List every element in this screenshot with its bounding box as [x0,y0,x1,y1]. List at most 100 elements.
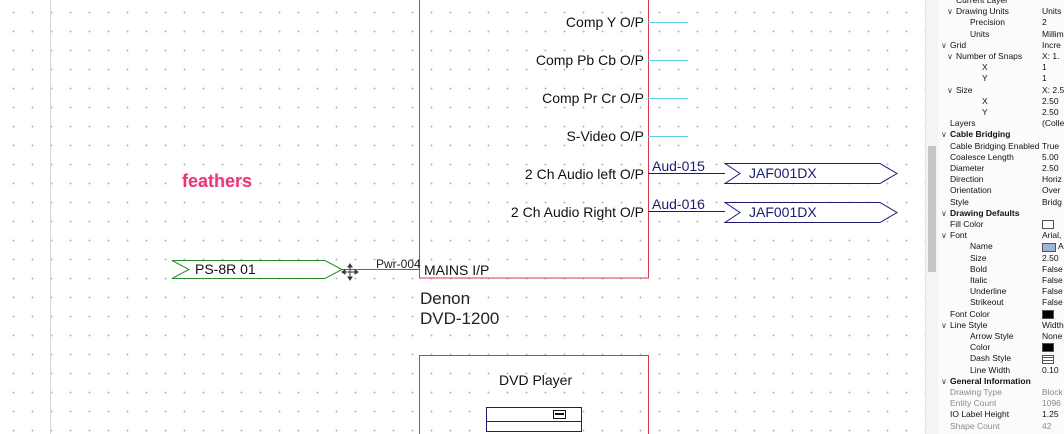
expand-toggle-icon[interactable]: ∨ [947,6,953,17]
property-row[interactable]: X1 [938,62,1064,73]
property-row[interactable]: ∨ Size X: 2.5 [938,85,1064,96]
property-row[interactable]: Shape Count 42 [938,421,1064,432]
cable-label-pwr-004[interactable]: Pwr-004 [376,257,421,271]
property-value[interactable]: 1 [1042,62,1064,73]
property-value[interactable]: 5.00 [1042,152,1064,163]
property-value[interactable]: Incre [1042,40,1064,51]
property-value[interactable]: Arial, [1042,230,1064,241]
property-row[interactable]: Y1 [938,73,1064,84]
property-row[interactable]: Diameter 2.50 [938,163,1064,174]
property-value[interactable]: Millim [1042,29,1064,40]
property-value[interactable]: 0.10 [1042,365,1064,376]
property-value[interactable]: Units [1042,6,1064,17]
property-value[interactable]: 2.50 [1042,107,1064,118]
expand-toggle-icon[interactable]: ∨ [941,208,947,219]
property-row[interactable]: Size 2.50 [938,253,1064,264]
output-port-label[interactable]: S-Video O/P [566,128,644,144]
expand-toggle-icon[interactable]: ∨ [941,129,947,140]
property-row[interactable]: Current Layer [938,0,1064,6]
property-value[interactable]: Over [1042,185,1064,196]
property-value[interactable]: None [1042,331,1064,342]
property-row[interactable]: IO Label Height 1.25 [938,409,1064,420]
property-row[interactable]: X 2.50 [938,96,1064,107]
expand-toggle-icon[interactable]: ∨ [947,85,953,96]
property-row[interactable]: Dash Style [938,353,1064,364]
property-value[interactable]: Width [1042,320,1064,331]
output-port-label[interactable]: Comp Pb Cb O/P [536,52,644,68]
property-value[interactable] [1042,309,1064,320]
property-row[interactable]: Orientation Over [938,185,1064,196]
property-value[interactable]: Bridg [1042,197,1064,208]
property-value[interactable]: False [1042,275,1064,286]
property-row[interactable]: Entity Count 1096 [938,398,1064,409]
property-row[interactable]: Italic False [938,275,1064,286]
property-value[interactable]: 1 [1042,73,1064,84]
property-row[interactable]: Color [938,342,1064,353]
property-row[interactable]: ∨ Line Style Width [938,320,1064,331]
property-row[interactable]: Layers (Collec [938,118,1064,129]
property-row[interactable]: Name A [938,241,1064,252]
property-value[interactable] [1042,353,1064,364]
property-row[interactable]: Bold False [938,264,1064,275]
output-port-label[interactable]: 2 Ch Audio Right O/P [511,204,644,220]
property-row[interactable]: Drawing Type Block [938,387,1064,398]
property-row[interactable]: Underline False [938,286,1064,297]
output-port-label[interactable]: Comp Pr Cr O/P [542,90,644,106]
property-row[interactable]: Cable Bridging Enabled True [938,141,1064,152]
vertical-scrollbar[interactable] [925,0,938,434]
property-value[interactable]: 1.25 [1042,409,1064,420]
property-value[interactable]: 2 [1042,17,1064,28]
property-row[interactable]: ∨ General Information [938,376,1064,387]
property-value[interactable] [1042,219,1064,230]
property-row[interactable]: Direction Horiz [938,174,1064,185]
property-value[interactable]: A [1042,241,1064,252]
property-value[interactable]: 2.50 [1042,253,1064,264]
property-name: Direction [950,174,984,185]
property-value[interactable]: 1096 [1042,398,1064,409]
output-port-label[interactable]: Comp Y O/P [566,14,644,30]
property-value[interactable]: False [1042,264,1064,275]
property-row[interactable]: ∨ Number of Snaps X: 1. [938,51,1064,62]
scrollbar-thumb[interactable] [928,146,936,272]
property-row[interactable]: Strikeout False [938,297,1064,308]
output-port-label[interactable]: 2 Ch Audio left O/P [525,166,644,182]
property-row[interactable]: Fill Color [938,219,1064,230]
property-row[interactable]: Precision 2 [938,17,1064,28]
property-value[interactable]: False [1042,297,1064,308]
expand-toggle-icon[interactable]: ∨ [941,376,947,387]
expand-toggle-icon[interactable]: ∨ [941,230,947,241]
expand-toggle-icon[interactable]: ∨ [947,51,953,62]
property-row[interactable]: ∨ Cable Bridging [938,129,1064,140]
property-row[interactable]: ∨ Drawing Defaults [938,208,1064,219]
property-value[interactable]: 2.50 [1042,96,1064,107]
property-row[interactable]: ∨ Font Arial, [938,230,1064,241]
property-value[interactable]: X: 1. [1042,51,1064,62]
property-value[interactable]: True [1042,141,1064,152]
property-row[interactable]: Style Bridg [938,197,1064,208]
cable-label-aud-015[interactable]: Aud-015 [652,158,705,174]
property-value[interactable]: 2.50 [1042,163,1064,174]
property-value[interactable]: 42 [1042,421,1064,432]
drawing-canvas[interactable]: Comp Y O/P Comp Pb Cb O/P Comp Pr Cr O/P S-… [0,0,925,434]
property-value[interactable]: False [1042,286,1064,297]
input-port-mains[interactable]: MAINS I/P [424,262,489,278]
annotation-text[interactable]: feathers [182,171,252,192]
property-row[interactable]: Font Color [938,309,1064,320]
property-row[interactable]: ∨ Drawing Units Units [938,6,1064,17]
property-row[interactable]: Units Millim [938,29,1064,40]
expand-toggle-icon[interactable]: ∨ [941,320,947,331]
property-value[interactable]: Horiz [1042,174,1064,185]
property-value[interactable]: Block [1042,387,1064,398]
property-value[interactable] [1042,342,1064,353]
property-value-text: X: 2.5 [1042,84,1064,95]
property-row[interactable]: ∨ Grid Incre [938,40,1064,51]
cable-label-aud-016[interactable]: Aud-016 [652,196,705,212]
property-row[interactable]: Arrow Style None [938,331,1064,342]
property-value[interactable]: X: 2.5 [1042,85,1064,96]
property-row[interactable]: Line Width 0.10 [938,365,1064,376]
property-row[interactable]: Coalesce Length 5.00 [938,152,1064,163]
expand-toggle-icon[interactable]: ∨ [941,40,947,51]
property-row[interactable]: Y 2.50 [938,107,1064,118]
sub-block[interactable] [486,407,582,432]
property-value[interactable]: (Collec [1042,118,1064,129]
